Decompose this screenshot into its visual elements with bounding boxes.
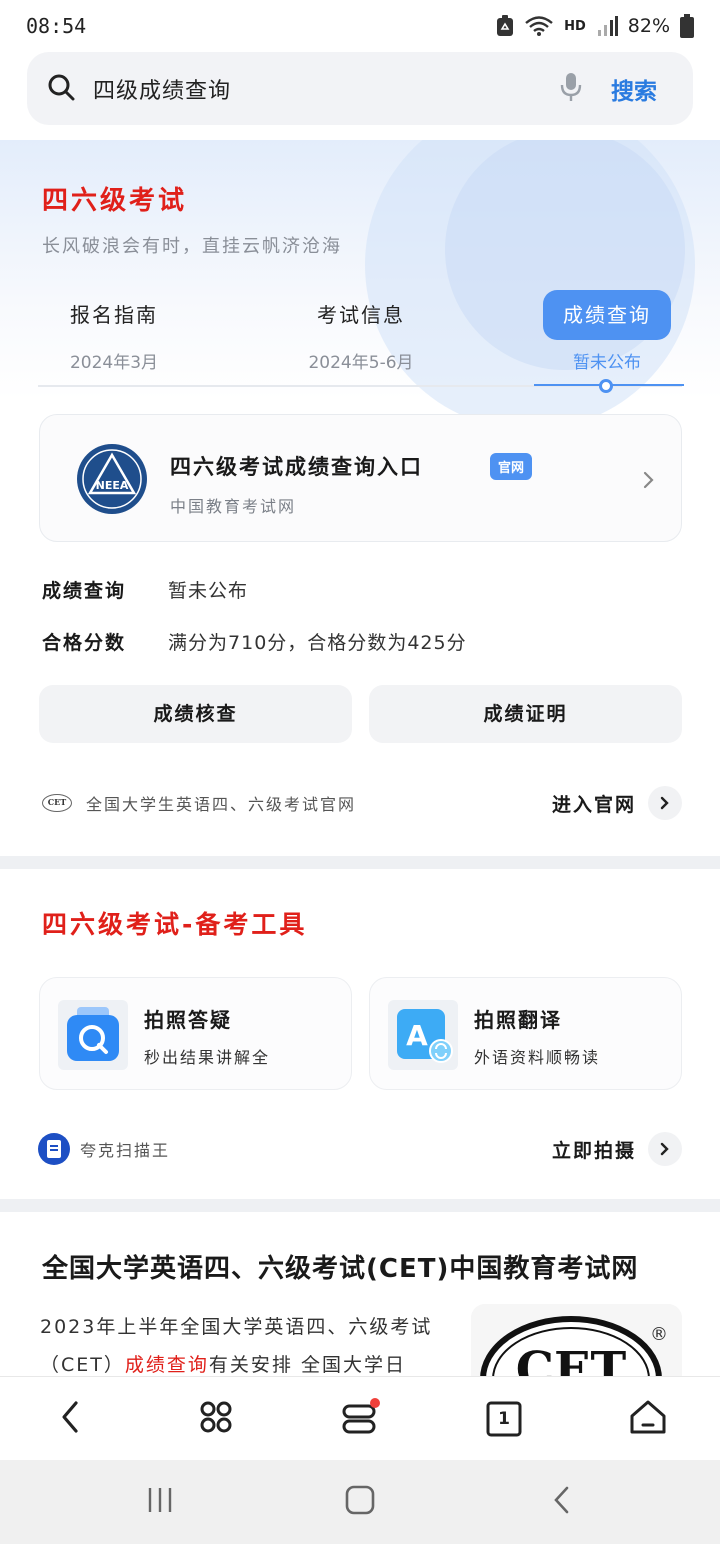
scanner-logo-icon xyxy=(38,1133,70,1165)
home-icon xyxy=(629,1399,667,1439)
photo-qa-icon xyxy=(58,1000,128,1070)
tab-date: 暂未公布 xyxy=(573,353,641,373)
tab-count: 1 xyxy=(498,1409,510,1429)
tab-label: 成绩查询 xyxy=(543,290,671,340)
cet-thumbnail[interactable]: CET ® xyxy=(471,1304,682,1382)
tab-label: 报名指南 xyxy=(70,303,158,327)
snippet-highlight: 成绩查询 xyxy=(124,1354,209,1376)
tool-desc: 秒出结果讲解全 xyxy=(144,1048,271,1067)
search-bar[interactable]: 四级成绩查询 搜索 xyxy=(27,52,693,125)
info-value: 满分为710分，合格分数为425分 xyxy=(168,632,467,654)
info-row-score-query: 成绩查询 暂未公布 xyxy=(42,576,248,603)
system-back-icon xyxy=(552,1485,572,1519)
svg-text:NEEA: NEEA xyxy=(96,479,129,492)
tab-label: 考试信息 xyxy=(317,303,405,327)
system-home-button[interactable] xyxy=(340,1485,380,1519)
tool-photo-qa[interactable]: 拍照答疑 秒出结果讲解全 xyxy=(39,977,352,1090)
recent-apps-icon xyxy=(145,1486,175,1518)
enter-official-link[interactable]: 进入官网 xyxy=(552,790,636,817)
exam-card: 四六级考试 长风破浪会有时，直挂云帆济沧海 报名指南 2024年3月 考试信息 … xyxy=(0,140,720,856)
signal-icon xyxy=(596,15,618,37)
score-verify-button[interactable]: 成绩核查 xyxy=(39,685,352,743)
result-snippet: 2023年上半年全国大学英语四、六级考试（CET）成绩查询有关安排 全国大学日 xyxy=(40,1308,460,1382)
system-back-button[interactable] xyxy=(542,1486,582,1518)
tabs-icon: 1 xyxy=(486,1401,522,1437)
recycle-icon xyxy=(496,15,514,37)
exam-tabs: 报名指南 2024年3月 考试信息 2024年5-6月 成绩查询 暂未公布 xyxy=(0,290,720,390)
apps-icon xyxy=(198,1399,234,1439)
info-key: 成绩查询 xyxy=(42,580,127,602)
tool-name: 拍照答疑 xyxy=(144,1008,232,1032)
arrow-right-icon[interactable] xyxy=(648,1132,682,1166)
system-nav-bar xyxy=(0,1460,720,1544)
system-home-icon xyxy=(345,1485,375,1519)
cet-official-text: 全国大学生英语四、六级考试官网 xyxy=(86,795,357,814)
cet-official-row[interactable]: CET 全国大学生英语四、六级考试官网 进入官网 xyxy=(42,785,682,821)
microphone-icon[interactable] xyxy=(559,72,583,106)
status-icons: HD 82% xyxy=(496,14,694,38)
info-row-pass-score: 合格分数 满分为710分，合格分数为425分 xyxy=(42,628,467,655)
tool-name: 拍照翻译 xyxy=(474,1008,562,1032)
cet-logo: CET xyxy=(42,794,72,812)
tool-photo-translate[interactable]: A 拍照翻译 外语资料顺畅读 xyxy=(369,977,682,1090)
arrow-right-icon[interactable] xyxy=(648,786,682,820)
tab-exam-info[interactable]: 考试信息 2024年5-6月 xyxy=(296,290,426,373)
neea-logo: NEEA xyxy=(76,443,148,515)
wifi-icon xyxy=(524,15,554,37)
home-button[interactable] xyxy=(624,1397,672,1441)
entry-title[interactable]: 四六级考试成绩查询入口 xyxy=(170,451,423,481)
tools-card: 四六级考试-备考工具 拍照答疑 秒出结果讲解全 A 拍照翻译 外语资料顺畅读 夸… xyxy=(0,869,720,1199)
browser-bottom-nav: 1 xyxy=(0,1376,720,1460)
network-label: HD xyxy=(564,18,586,34)
shoot-now-link[interactable]: 立即拍摄 xyxy=(552,1136,636,1163)
tabs-button[interactable]: 1 xyxy=(480,1397,528,1441)
search-input[interactable]: 四级成绩查询 xyxy=(93,73,231,105)
entry-source: 中国教育考试网 xyxy=(170,497,297,516)
feed-icon xyxy=(340,1397,380,1441)
recent-apps-button[interactable] xyxy=(140,1486,180,1518)
battery-icon xyxy=(680,14,694,38)
scanner-name: 夸克扫描王 xyxy=(80,1141,171,1160)
snippet-text: 有关安排 全国大学日 xyxy=(208,1354,406,1376)
tools-title: 四六级考试-备考工具 xyxy=(42,910,308,939)
search-area: 四级成绩查询 搜索 xyxy=(0,52,720,140)
back-button[interactable] xyxy=(46,1397,94,1441)
official-badge: 官网 xyxy=(490,453,533,480)
search-icon[interactable] xyxy=(47,73,75,105)
score-certificate-button[interactable]: 成绩证明 xyxy=(369,685,682,743)
back-arrow-icon xyxy=(60,1400,80,1438)
exam-subtitle: 长风破浪会有时，直挂云帆济沧海 xyxy=(42,236,342,257)
search-result-card[interactable]: 全国大学英语四、六级考试(CET)中国教育考试网 2023年上半年全国大学英语四… xyxy=(0,1212,720,1382)
tool-desc: 外语资料顺畅读 xyxy=(474,1048,601,1067)
svg-text:®: ® xyxy=(650,1324,668,1345)
tabs-active-dot xyxy=(599,379,613,393)
svg-text:A: A xyxy=(406,1019,428,1052)
tab-score-query[interactable]: 成绩查询 暂未公布 xyxy=(543,290,671,373)
exam-title: 四六级考试 xyxy=(42,186,188,216)
search-button[interactable]: 搜索 xyxy=(611,72,657,106)
battery-percent: 82% xyxy=(627,15,670,37)
status-time: 08:54 xyxy=(26,14,87,38)
score-entry-card[interactable]: NEEA 四六级考试成绩查询入口 官网 中国教育考试网 xyxy=(39,414,682,542)
apps-button[interactable] xyxy=(192,1397,240,1441)
tab-date: 2024年5-6月 xyxy=(308,353,414,373)
info-key: 合格分数 xyxy=(42,632,127,654)
feed-button[interactable] xyxy=(336,1397,384,1441)
result-title[interactable]: 全国大学英语四、六级考试(CET)中国教育考试网 xyxy=(42,1248,662,1285)
photo-translate-icon: A xyxy=(388,1000,458,1070)
tab-registration-guide[interactable]: 报名指南 2024年3月 xyxy=(64,290,164,373)
status-bar: 08:54 HD 82% xyxy=(0,0,720,52)
tab-date: 2024年3月 xyxy=(69,353,159,373)
info-value: 暂未公布 xyxy=(168,580,249,602)
chevron-right-icon xyxy=(643,471,655,493)
scanner-row[interactable]: 夸克扫描王 立即拍摄 xyxy=(38,1131,682,1167)
